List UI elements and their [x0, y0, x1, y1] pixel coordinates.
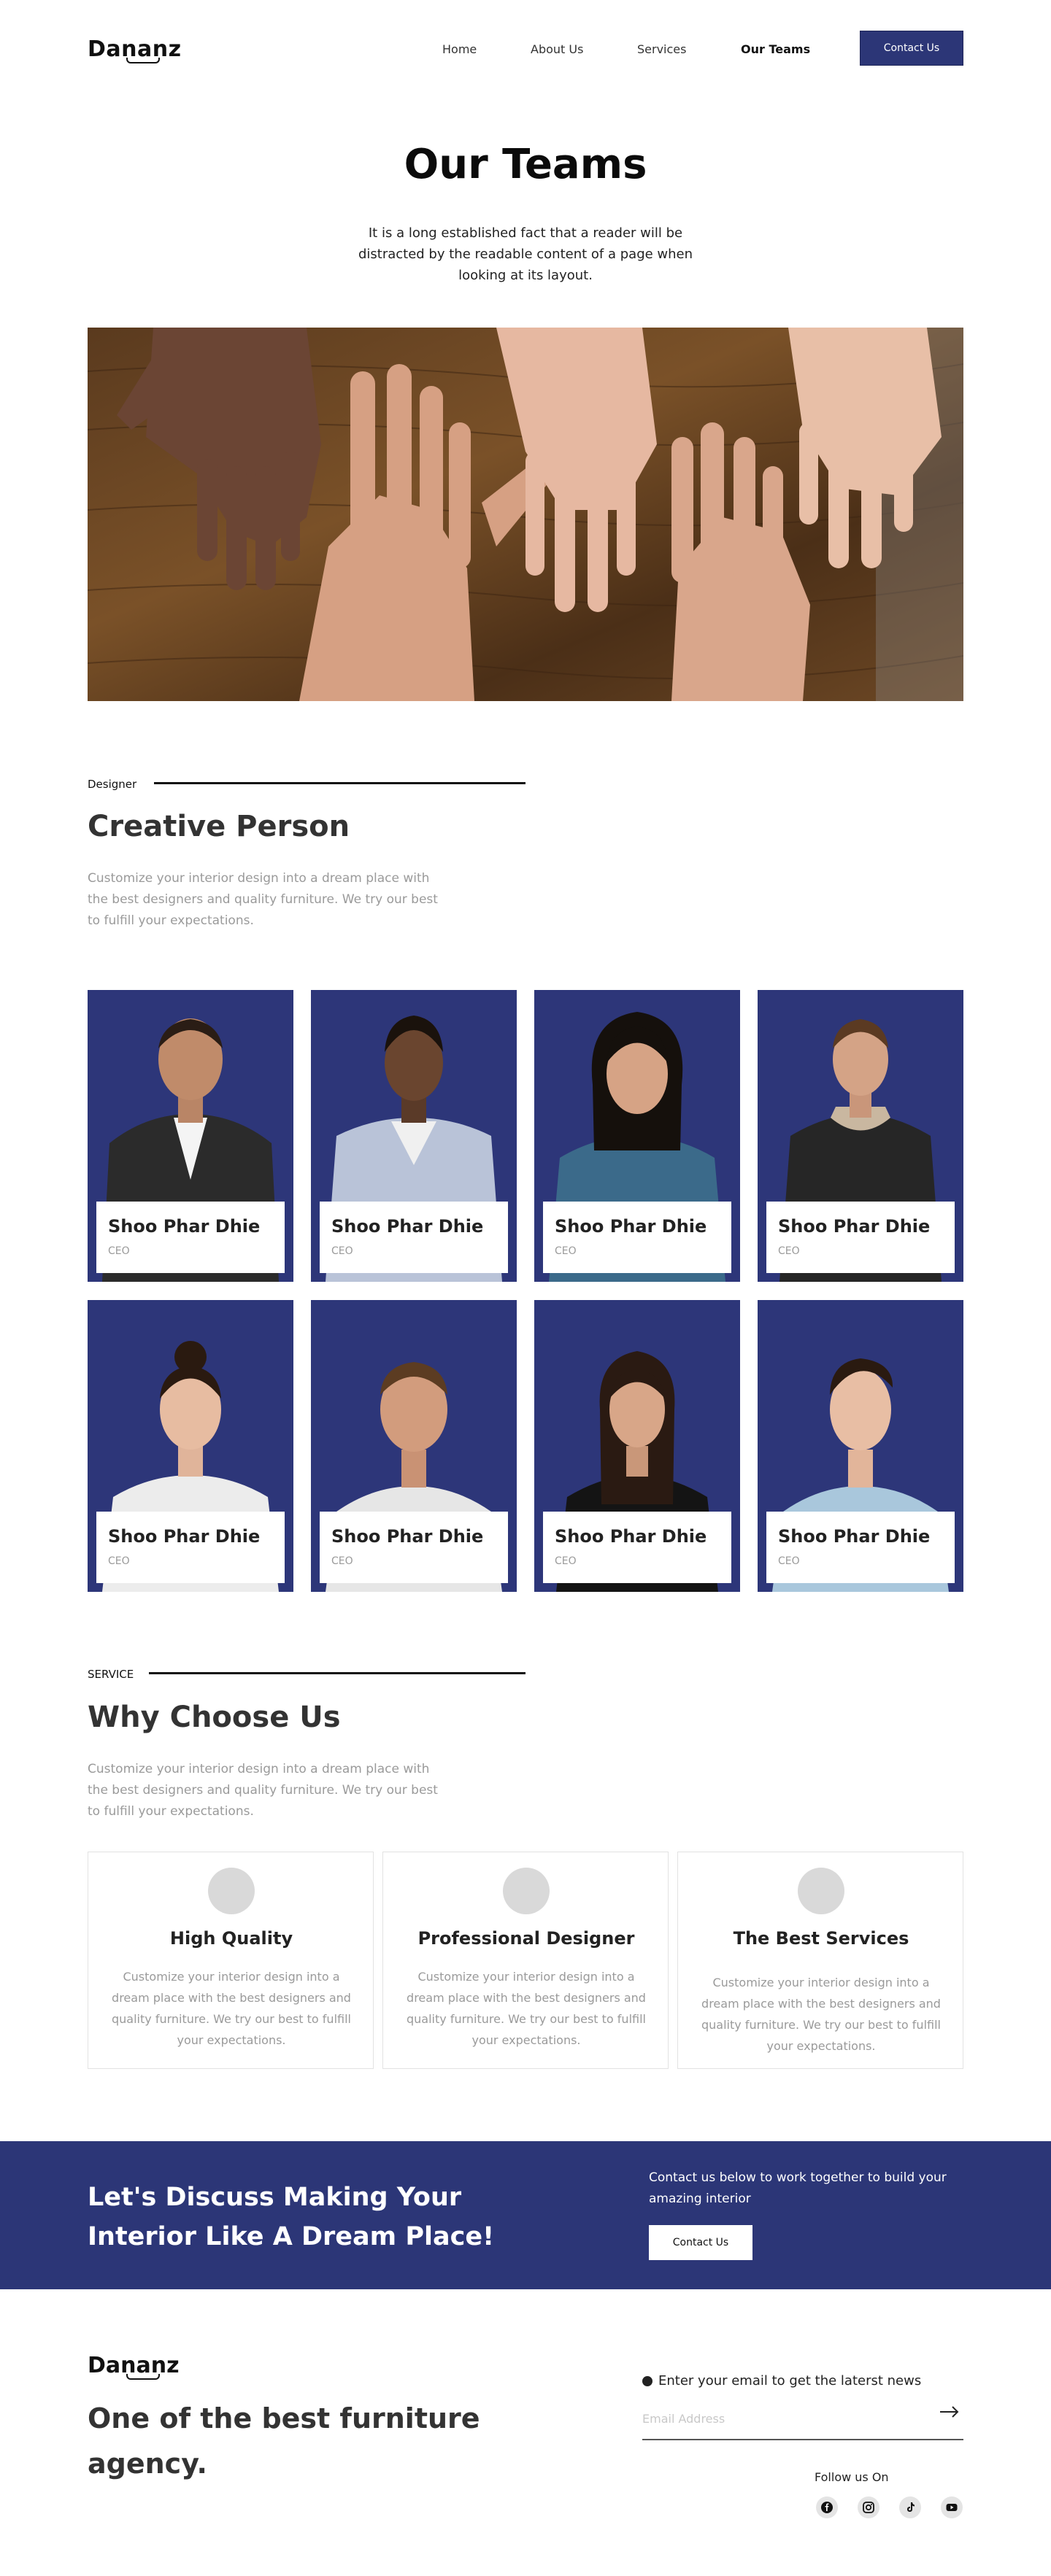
contact-us-button[interactable]: Contact Us [860, 31, 963, 66]
team-card-label: Shoo Phar Dhie CEO [543, 1202, 731, 1273]
feature-card: High Quality Customize your interior des… [88, 1852, 374, 2069]
team-card[interactable]: Shoo Phar Dhie CEO [534, 990, 740, 1282]
feature-placeholder-icon [798, 1868, 844, 1914]
feature-title: High Quality [169, 1928, 293, 1949]
instagram-icon[interactable] [858, 2496, 879, 2518]
bullet-icon [642, 2376, 652, 2386]
team-member-role: CEO [555, 1555, 577, 1567]
team-eyebrow: Designer [88, 778, 137, 791]
team-member-name: Shoo Phar Dhie [331, 1216, 484, 1237]
arrow-right-icon[interactable] [939, 2401, 960, 2423]
team-card-label: Shoo Phar Dhie CEO [543, 1512, 731, 1583]
team-member-name: Shoo Phar Dhie [108, 1526, 261, 1547]
eyebrow-divider [149, 1672, 526, 1674]
feature-placeholder-icon [208, 1868, 255, 1914]
team-member-name: Shoo Phar Dhie [778, 1216, 931, 1237]
feature-title: Professional Designer [417, 1928, 635, 1949]
why-section-title: Why Choose Us [88, 1701, 341, 1734]
team-card[interactable]: Shoo Phar Dhie CEO [311, 990, 517, 1282]
footer-tagline: One of the best furniture agency. [88, 2402, 480, 2480]
team-card[interactable]: Shoo Phar Dhie CEO [758, 1300, 963, 1592]
team-member-name: Shoo Phar Dhie [331, 1526, 484, 1547]
feature-card: Professional Designer Customize your int… [382, 1852, 669, 2069]
youtube-icon[interactable] [941, 2496, 963, 2518]
team-card[interactable]: Shoo Phar Dhie CEO [758, 990, 963, 1282]
cta-text: Contact us below to work together to bui… [649, 2170, 947, 2206]
feature-description: Customize your interior design into a dr… [701, 1976, 941, 2053]
page-title: Our Teams [404, 141, 647, 188]
team-section-description: Customize your interior design into a dr… [88, 871, 438, 928]
follow-us-label: Follow us On [815, 2470, 889, 2484]
page-subtitle: It is a long established fact that a rea… [358, 225, 693, 283]
team-member-role: CEO [778, 1555, 800, 1567]
feature-description: Customize your interior design into a dr… [407, 1970, 646, 2047]
team-member-name: Shoo Phar Dhie [108, 1216, 261, 1237]
cta-contact-button[interactable]: Contact Us [649, 2225, 752, 2260]
team-member-role: CEO [555, 1245, 577, 1257]
team-card-label: Shoo Phar Dhie CEO [96, 1202, 285, 1273]
cta-title: Let's Discuss Making Your Interior Like … [88, 2183, 495, 2251]
email-underline [642, 2439, 963, 2440]
email-input[interactable] [642, 2405, 927, 2432]
feature-placeholder-icon [503, 1868, 550, 1914]
logo-swoosh-icon [126, 58, 160, 63]
team-member-name: Shoo Phar Dhie [555, 1526, 707, 1547]
top-navigation: Dananz Home About Us Services Our Teams … [0, 0, 1051, 95]
team-section-title: Creative Person [88, 810, 350, 843]
newsletter-label: Enter your email to get the laterst news [658, 2373, 922, 2389]
team-member-role: CEO [108, 1245, 130, 1257]
nav-link-about-us[interactable]: About Us [531, 42, 583, 56]
team-member-role: CEO [331, 1245, 353, 1257]
service-eyebrow: SERVICE [88, 1668, 134, 1681]
team-card[interactable]: Shoo Phar Dhie CEO [311, 1300, 517, 1592]
team-member-name: Shoo Phar Dhie [778, 1526, 931, 1547]
feature-description: Customize your interior design into a dr… [112, 1970, 351, 2047]
team-member-role: CEO [108, 1555, 130, 1567]
team-member-role: CEO [778, 1245, 800, 1257]
team-card-label: Shoo Phar Dhie CEO [320, 1512, 508, 1583]
hero-hands-image [88, 328, 963, 701]
team-card[interactable]: Shoo Phar Dhie CEO [88, 990, 293, 1282]
nav-link-services[interactable]: Services [637, 42, 686, 56]
cta-band: Let's Discuss Making Your Interior Like … [0, 2141, 1051, 2289]
eyebrow-divider [154, 782, 526, 784]
team-card[interactable]: Shoo Phar Dhie CEO [88, 1300, 293, 1592]
team-member-role: CEO [331, 1555, 353, 1567]
team-card-label: Shoo Phar Dhie CEO [766, 1202, 955, 1273]
team-card-label: Shoo Phar Dhie CEO [96, 1512, 285, 1583]
why-section-description: Customize your interior design into a dr… [88, 1762, 438, 1819]
nav-link-home[interactable]: Home [442, 42, 477, 56]
nav-link-our-teams[interactable]: Our Teams [741, 42, 810, 56]
feature-card: The Best Services Customize your interio… [677, 1852, 963, 2069]
team-card-label: Shoo Phar Dhie CEO [766, 1512, 955, 1583]
team-card-label: Shoo Phar Dhie CEO [320, 1202, 508, 1273]
tiktok-icon[interactable] [899, 2496, 921, 2518]
logo-swoosh-icon [126, 2374, 160, 2380]
team-card[interactable]: Shoo Phar Dhie CEO [534, 1300, 740, 1592]
team-member-name: Shoo Phar Dhie [555, 1216, 707, 1237]
facebook-icon[interactable] [816, 2496, 838, 2518]
feature-title: The Best Services [733, 1928, 909, 1949]
